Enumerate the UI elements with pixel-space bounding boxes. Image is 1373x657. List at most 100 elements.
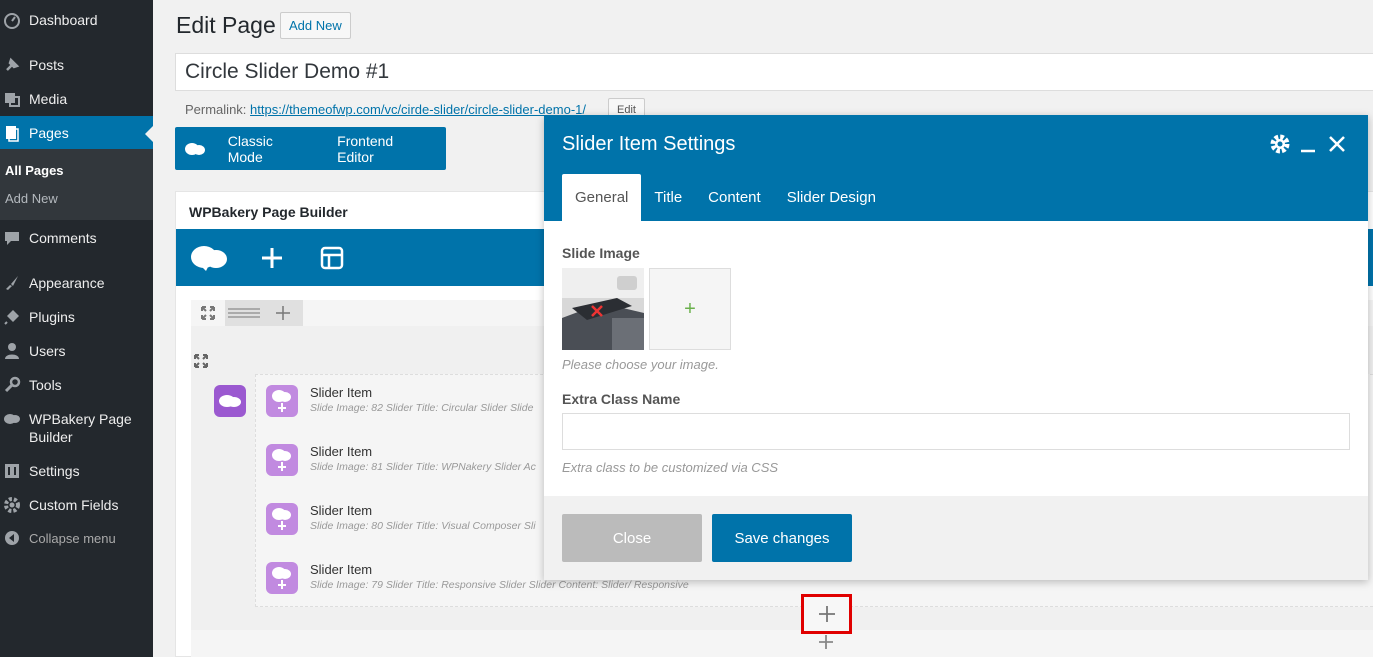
submenu-all-pages[interactable]: All Pages — [5, 163, 64, 178]
slider-item[interactable]: Slider Item Slide Image: 79 Slider Title… — [266, 560, 689, 600]
wrench-icon — [3, 376, 21, 394]
pin-icon — [3, 56, 21, 74]
sidebar-item-label: Settings — [29, 463, 80, 479]
sidebar-item-label: Tools — [29, 377, 62, 393]
slide-image-label: Slide Image — [562, 245, 640, 261]
dashboard-icon — [3, 11, 21, 29]
sidebar-item-label: Posts — [29, 57, 65, 73]
comment-icon — [3, 229, 21, 247]
sidebar-item-custom-fields[interactable]: Custom Fields — [0, 488, 153, 522]
modal-title: Slider Item Settings — [562, 133, 736, 155]
slider-item-title: Slider Item — [310, 385, 373, 400]
sidebar-item-media[interactable]: Media — [0, 82, 153, 116]
pages-icon — [3, 124, 21, 142]
row-expand-icon[interactable] — [191, 300, 225, 326]
settings-icon — [3, 462, 21, 480]
extra-class-label: Extra Class Name — [562, 391, 681, 407]
sidebar-item-comments[interactable]: Comments — [0, 221, 153, 255]
slider-item-icon — [266, 385, 298, 417]
sidebar-item-dashboard[interactable]: Dashboard — [0, 3, 153, 37]
sidebar-item-label: Users — [29, 343, 66, 359]
pages-submenu: All Pages Add New — [0, 149, 153, 220]
collapse-icon — [3, 529, 21, 547]
sidebar-item-label: Comments — [29, 230, 97, 246]
brush-icon — [3, 274, 21, 292]
add-row-icon[interactable] — [817, 633, 835, 654]
sidebar-item-label: Plugins — [29, 309, 75, 325]
sidebar-item-posts[interactable]: Posts — [0, 48, 153, 82]
add-slider-item-button[interactable] — [801, 594, 852, 634]
slider-item-settings-modal: Slider Item Settings General Title Conte… — [544, 115, 1368, 580]
sidebar-item-label: WPBakery Page Builder — [29, 411, 132, 445]
user-icon — [3, 342, 21, 360]
plugin-icon — [3, 308, 21, 326]
sidebar-item-users[interactable]: Users — [0, 334, 153, 368]
extra-class-help: Extra class to be customized via CSS — [562, 460, 779, 475]
sidebar-item-settings[interactable]: Settings — [0, 454, 153, 488]
submenu-add-new[interactable]: Add New — [5, 191, 58, 206]
slider-item-title: Slider Item — [310, 444, 373, 459]
element-expand-icon[interactable] — [194, 354, 208, 371]
slider-item-icon — [266, 503, 298, 535]
slider-item[interactable]: Slider Item Slide Image: 80 Slider Title… — [266, 501, 566, 541]
slider-item[interactable]: Slider Item Slide Image: 81 Slider Title… — [266, 442, 566, 482]
slider-item-desc: Slide Image: 82 Slider Title: Circular S… — [310, 402, 534, 414]
admin-sidebar: Dashboard Posts Media Pages All Pages Ad… — [0, 0, 153, 657]
wpbakery-icon — [3, 410, 21, 428]
row-controls — [191, 300, 303, 326]
sidebar-item-label: Collapse menu — [29, 530, 116, 546]
post-title-input[interactable]: Circle Slider Demo #1 — [175, 53, 1373, 91]
slider-item-desc: Slide Image: 79 Slider Title: Responsive… — [310, 579, 689, 591]
close-icon[interactable] — [1325, 132, 1349, 156]
wpbakery-mode-switch: Classic Mode Frontend Editor — [175, 127, 446, 170]
add-image-button[interactable]: + — [649, 268, 731, 350]
add-new-button[interactable]: Add New — [280, 12, 351, 39]
wpbakery-logo-icon[interactable] — [188, 229, 230, 286]
add-element-icon[interactable] — [254, 229, 290, 286]
plus-icon — [818, 606, 835, 622]
builder-title: WPBakery Page Builder — [189, 204, 348, 220]
slider-item-desc: Slide Image: 81 Slider Title: WPNakery S… — [310, 461, 536, 473]
sidebar-item-label: Media — [29, 91, 68, 107]
sidebar-item-label: Pages — [29, 125, 69, 141]
modal-footer: Close Save changes — [544, 496, 1368, 580]
row-drag-handle-icon[interactable] — [225, 300, 263, 326]
slider-item-icon — [266, 444, 298, 476]
sidebar-item-wpbakery[interactable]: WPBakery Page Builder — [0, 410, 153, 454]
classic-mode-button[interactable]: Classic Mode — [215, 133, 324, 165]
tab-title[interactable]: Title — [641, 174, 695, 221]
gear-icon[interactable] — [1268, 132, 1292, 156]
permalink-link[interactable]: https://themeofwp.com/vc/cirde-slider/ci… — [250, 102, 586, 117]
collapse-menu-button[interactable]: Collapse menu — [0, 521, 153, 555]
slide-image-thumbnail[interactable] — [562, 268, 644, 350]
slider-item-title: Slider Item — [310, 503, 373, 518]
sidebar-item-appearance[interactable]: Appearance — [0, 266, 153, 300]
sidebar-item-label: Dashboard — [29, 12, 98, 28]
sidebar-item-label: Custom Fields — [29, 497, 119, 513]
slider-item-desc: Slide Image: 80 Slider Title: Visual Com… — [310, 520, 536, 532]
extra-class-input[interactable] — [562, 413, 1350, 450]
tab-slider-design[interactable]: Slider Design — [774, 174, 889, 221]
modal-tabs: General Title Content Slider Design — [562, 174, 889, 221]
slide-image-help: Please choose your image. — [562, 357, 719, 372]
slider-item-icon — [266, 562, 298, 594]
slider-item-title: Slider Item — [310, 562, 373, 577]
sidebar-item-tools[interactable]: Tools — [0, 368, 153, 402]
minimize-icon[interactable] — [1296, 132, 1320, 156]
sidebar-item-plugins[interactable]: Plugins — [0, 300, 153, 334]
media-icon — [3, 90, 21, 108]
permalink: Permalink: https://themeofwp.com/vc/cird… — [185, 102, 586, 117]
modal-header: Slider Item Settings General Title Conte… — [544, 115, 1368, 221]
save-changes-button[interactable]: Save changes — [712, 514, 852, 562]
circle-slider-element-icon[interactable] — [214, 385, 246, 417]
gear-icon — [3, 496, 21, 514]
slider-item[interactable]: Slider Item Slide Image: 82 Slider Title… — [266, 383, 566, 423]
row-add-icon[interactable] — [263, 300, 303, 326]
tab-general[interactable]: General — [562, 174, 642, 221]
frontend-editor-button[interactable]: Frontend Editor — [324, 133, 446, 165]
templates-icon[interactable] — [314, 229, 350, 286]
permalink-label: Permalink: — [185, 102, 247, 117]
sidebar-item-pages[interactable]: Pages — [0, 116, 153, 150]
close-button[interactable]: Close — [562, 514, 702, 562]
tab-content[interactable]: Content — [695, 174, 774, 221]
